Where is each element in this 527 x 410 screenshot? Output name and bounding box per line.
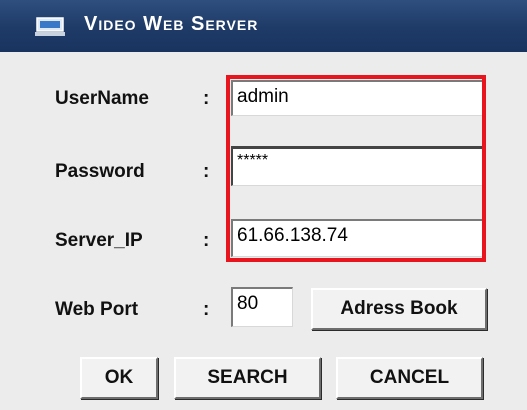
server-ip-colon: : [203,230,210,251]
search-button[interactable]: SEARCH [174,357,321,399]
cancel-button[interactable]: CANCEL [336,357,483,399]
username-label: UserName [55,88,149,109]
username-colon: : [203,88,210,109]
web-port-label: Web Port [55,299,139,320]
login-dialog: Video Web Server UserName : admin Passwo… [0,0,527,410]
password-input[interactable]: ***** [231,146,483,186]
ok-button[interactable]: OK [80,357,158,399]
window-title: Video Web Server [84,13,259,35]
server-ip-label: Server_IP [55,230,143,251]
web-port-colon: : [203,299,210,320]
title-bar: Video Web Server [0,0,527,52]
password-label: Password [55,161,145,182]
monitor-icon [35,17,65,37]
web-port-input[interactable]: 80 [231,287,293,327]
username-input[interactable]: admin [231,80,483,116]
password-colon: : [203,161,210,182]
server-ip-input[interactable]: 61.66.138.74 [231,219,483,257]
address-book-button[interactable]: Adress Book [311,288,487,330]
